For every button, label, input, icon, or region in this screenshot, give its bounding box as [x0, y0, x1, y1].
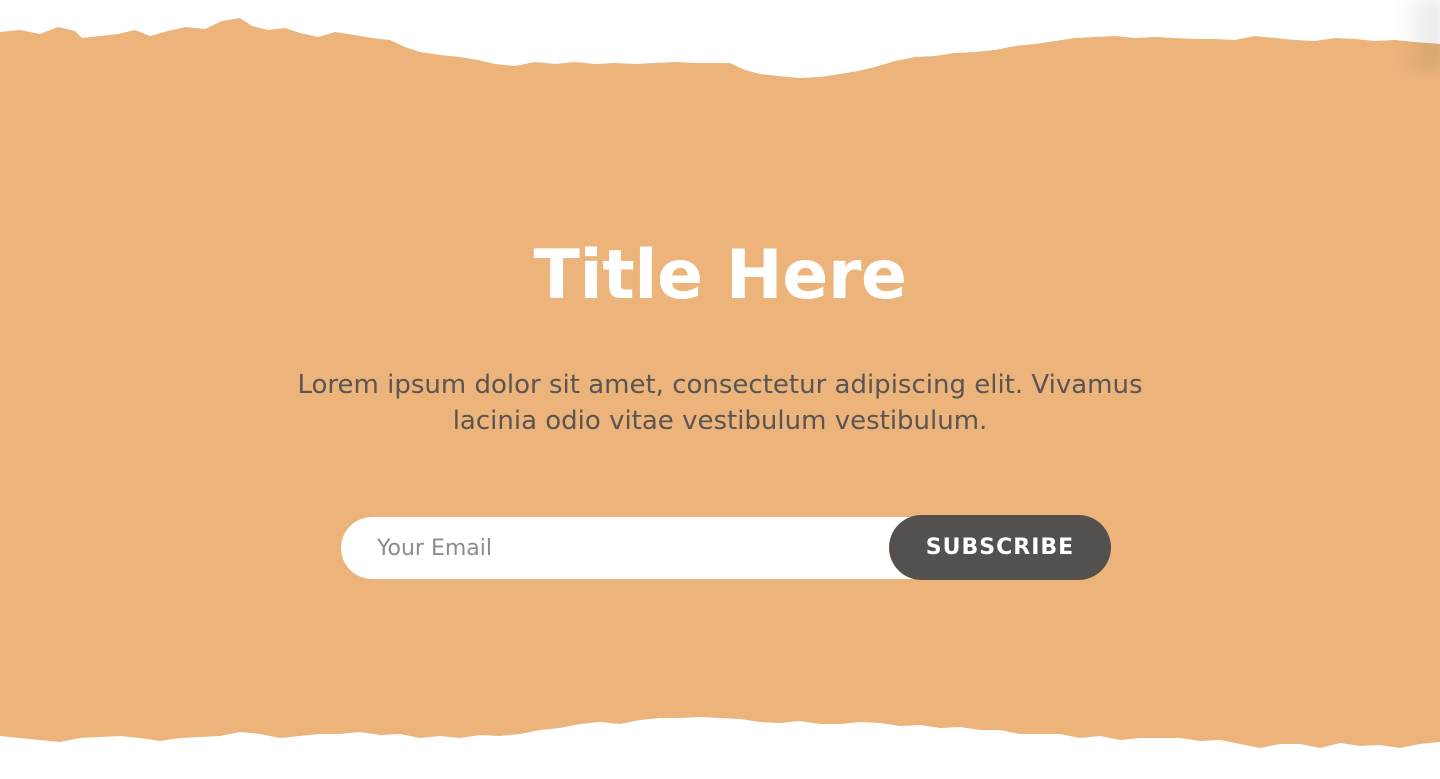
- hero-description: Lorem ipsum dolor sit amet, consectetur …: [297, 370, 1143, 436]
- subscribe-form: SUBSCRIBE: [341, 515, 1111, 580]
- hero-content: Title Here Lorem ipsum dolor sit amet, c…: [0, 0, 1440, 779]
- email-input[interactable]: [341, 517, 941, 579]
- page: Title Here Lorem ipsum dolor sit amet, c…: [0, 0, 1440, 779]
- hero-title: Title Here: [533, 236, 907, 315]
- subscribe-button[interactable]: SUBSCRIBE: [889, 515, 1111, 580]
